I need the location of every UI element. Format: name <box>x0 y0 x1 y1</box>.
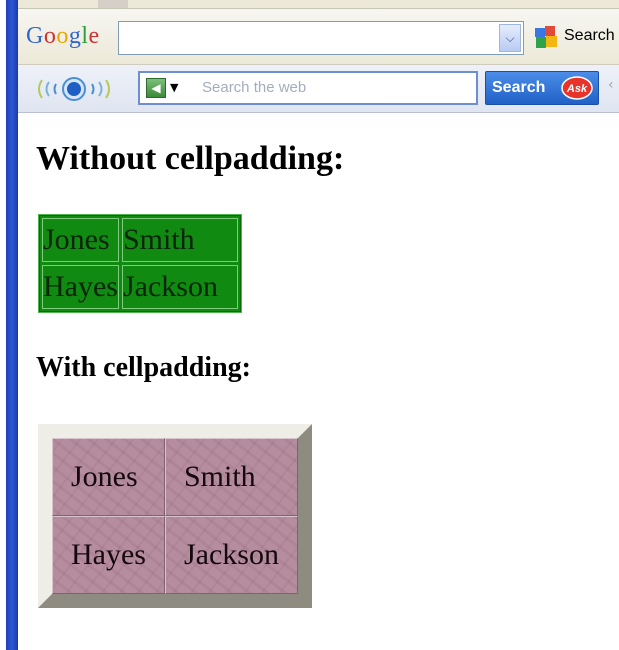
table-row: Hayes Jackson <box>52 516 298 594</box>
table-cell: Jackson <box>164 516 298 594</box>
google-toolbar: Google ⌵ Search <box>18 9 619 65</box>
table-row: Hayes Jackson <box>42 265 238 309</box>
browser-window: Google ⌵ Search ◀ ▼ Search the web Searc… <box>0 0 619 650</box>
google-logo-letter: o <box>43 23 57 49</box>
top-tab-stub <box>98 0 128 8</box>
google-multicolor-search-icon[interactable] <box>533 25 561 51</box>
table-cell: Jackson <box>121 265 238 309</box>
google-logo-letter: e <box>88 23 100 49</box>
google-logo-letter: G <box>26 23 44 49</box>
ask-logo-text: Ask <box>566 83 588 95</box>
ask-search-placeholder: Search the web <box>202 79 307 96</box>
ask-toolbar: ◀ ▼ Search the web Search Ask ‹ <box>18 65 619 113</box>
google-search-input[interactable] <box>118 21 524 55</box>
table-with-cellpadding: Jones Smith Hayes Jackson <box>38 424 312 608</box>
table-cell: Jones <box>42 218 119 262</box>
search-engine-icon[interactable]: ◀ <box>146 78 166 98</box>
ask-logo: Ask <box>561 76 593 100</box>
page-content: Without cellpadding: Jones Smith Hayes J… <box>36 112 606 642</box>
table-cell: Smith <box>164 438 298 516</box>
radio-waves-icon[interactable] <box>32 74 116 104</box>
table-cell: Smith <box>121 218 238 262</box>
table-cell: Hayes <box>52 516 165 594</box>
table-without-cellpadding: Jones Smith Hayes Jackson <box>38 214 242 313</box>
google-logo-letter: o <box>56 23 69 49</box>
chevron-down-icon[interactable]: ⌵ <box>499 24 521 52</box>
google-logo-letter: g <box>68 23 82 49</box>
chevron-right-icon[interactable]: ‹ <box>608 77 614 93</box>
table-cell: Hayes <box>42 265 119 309</box>
ask-search-button-label: Search <box>492 79 546 96</box>
google-logo-letter: l <box>81 23 89 49</box>
heading-without-cellpadding: Without cellpadding: <box>36 140 345 177</box>
table-cell: Jones <box>52 438 165 516</box>
heading-with-cellpadding: With cellpadding: <box>36 352 251 383</box>
ask-search-button[interactable]: Search Ask <box>485 71 599 105</box>
google-search-button-label[interactable]: Search <box>564 27 615 45</box>
ask-search-input[interactable]: ◀ ▼ Search the web <box>138 71 478 105</box>
table-row: Jones Smith <box>42 218 238 262</box>
triangle-down-icon[interactable]: ▼ <box>170 81 178 94</box>
table-row: Jones Smith <box>52 438 298 516</box>
window-left-border <box>6 0 18 650</box>
google-logo[interactable]: Google <box>26 23 100 50</box>
